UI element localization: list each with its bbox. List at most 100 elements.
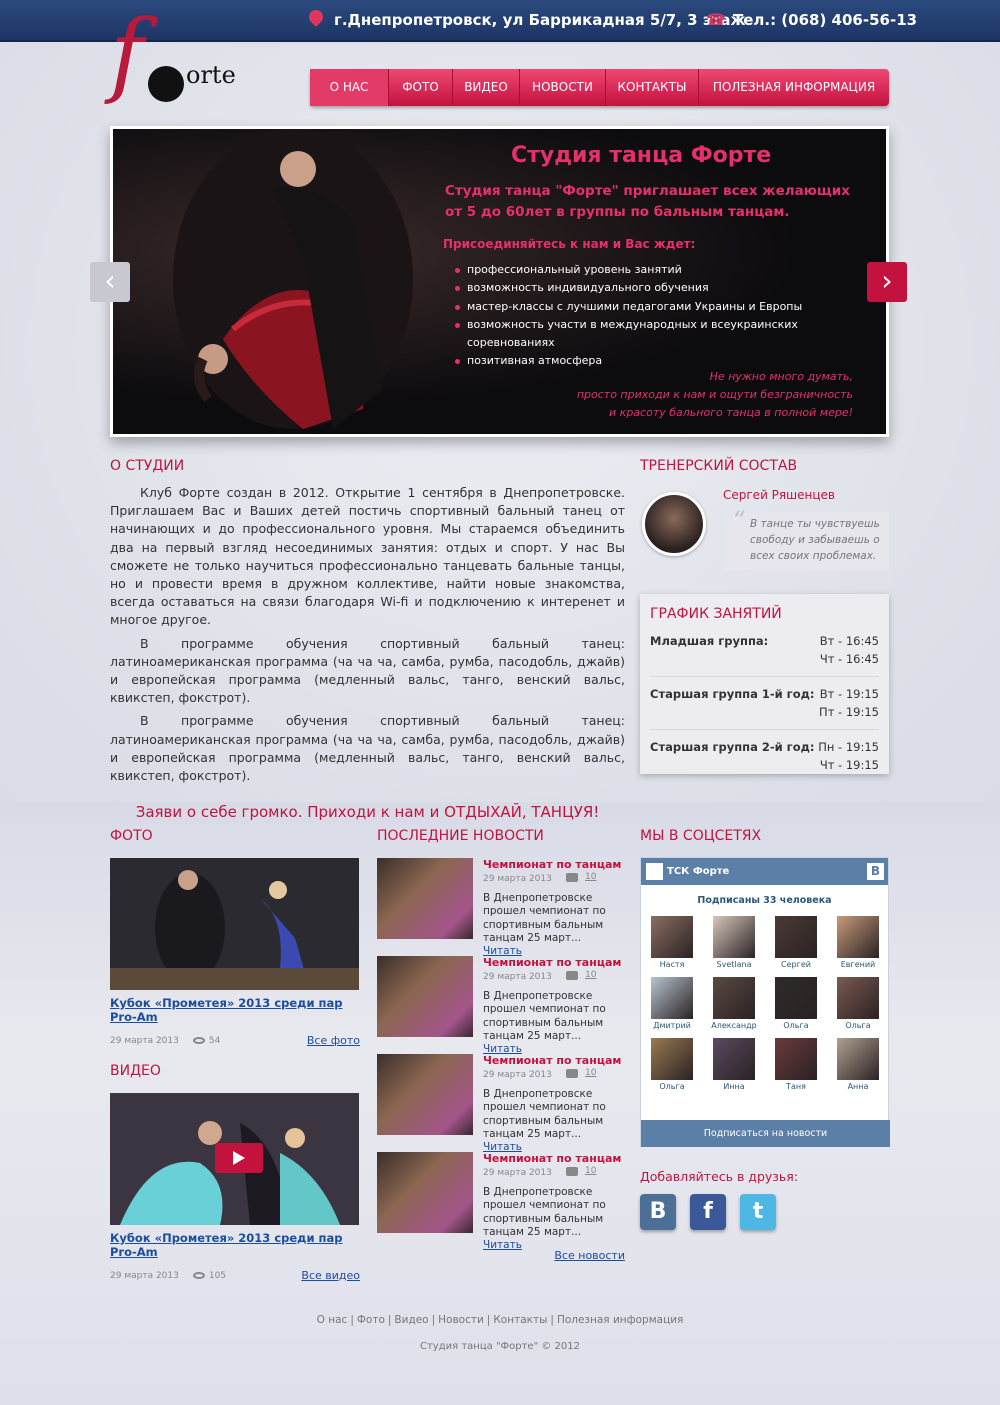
slider-prev-button[interactable]: ‹: [90, 262, 130, 302]
avatar[interactable]: [837, 916, 879, 958]
about-paragraph: Клуб Форте создан в 2012. Открытие 1 сен…: [110, 485, 625, 628]
trainers-heading: ТРЕНЕРСКИЙ СОСТАВ: [640, 458, 798, 474]
photo-caption-link[interactable]: Кубок «Прометея» 2013 среди пар Pro-Am: [110, 996, 360, 1024]
avatar[interactable]: [775, 1038, 817, 1080]
footer-link[interactable]: Полезная информация: [557, 1314, 683, 1326]
vk-person-name[interactable]: Сергей: [781, 960, 811, 969]
vk-person-name[interactable]: Ольга: [783, 1021, 808, 1030]
about-paragraph: В программе обучения спортивный бальный …: [110, 635, 625, 706]
footer-link[interactable]: О нас: [317, 1314, 348, 1326]
benefit-item: мастер-классы с лучшими педагогами Украи…: [455, 298, 886, 316]
news-title[interactable]: Чемпионат по танцам: [483, 858, 621, 871]
news-thumbnail[interactable]: [377, 1054, 473, 1135]
news-title[interactable]: Чемпионат по танцам: [483, 1054, 621, 1067]
video-meta: 29 марта 2013 105 Все видео: [110, 1269, 360, 1282]
vk-person-name[interactable]: Ольга: [659, 1082, 684, 1091]
photo-thumbnail[interactable]: [110, 858, 359, 990]
avatar[interactable]: [837, 1038, 879, 1080]
vk-person[interactable]: Александр: [703, 977, 765, 1030]
vk-person[interactable]: Сергей: [765, 916, 827, 969]
footer-separator: |: [486, 1314, 491, 1326]
vk-person[interactable]: Ольга: [641, 1038, 703, 1091]
comment-icon: [566, 971, 578, 980]
vk-person-name[interactable]: Евгений: [841, 960, 876, 969]
news-title[interactable]: Чемпионат по танцам: [483, 1152, 621, 1165]
vk-person-name[interactable]: Ольга: [845, 1021, 870, 1030]
phone-text: Тел.: (068) 406-56-13: [733, 11, 918, 29]
nav-item-about[interactable]: О НАС: [310, 69, 389, 106]
vk-person[interactable]: Svetlana: [703, 916, 765, 969]
dancers-image: [173, 129, 413, 429]
vk-person[interactable]: Таня: [765, 1038, 827, 1091]
news-thumbnail[interactable]: [377, 858, 473, 939]
schedule-group: Старшая группа 2-й год:: [650, 740, 815, 754]
nav-item-video[interactable]: ВИДЕО: [453, 69, 520, 106]
vk-person-name[interactable]: Анна: [848, 1082, 869, 1091]
nav-item-contacts[interactable]: КОНТАКТЫ: [606, 69, 699, 106]
facebook-icon[interactable]: f: [690, 1194, 726, 1230]
news-date: 29 марта 2013: [483, 972, 552, 982]
slider-next-button[interactable]: ›: [867, 262, 907, 302]
quote-line: просто приходи к нам и ощути безгранично…: [576, 388, 853, 401]
quote-line: и красоту бального танца в полной мере!: [609, 406, 853, 419]
avatar[interactable]: [651, 1038, 693, 1080]
footer-link[interactable]: Контакты: [493, 1314, 547, 1326]
vk-person[interactable]: Инна: [703, 1038, 765, 1091]
footer-link[interactable]: Фото: [357, 1314, 385, 1326]
benefit-item: возможность индивидуального обучения: [455, 279, 886, 297]
add-friends-label: Добавляйтесь в друзья:: [640, 1169, 799, 1184]
vk-person[interactable]: Евгений: [827, 916, 889, 969]
nav-item-news[interactable]: НОВОСТИ: [520, 69, 606, 106]
avatar[interactable]: [775, 916, 817, 958]
trainer-name[interactable]: Сергей Ряшенцев: [723, 488, 835, 502]
twitter-icon[interactable]: t: [740, 1194, 776, 1230]
schedule-group: Младшая группа:: [650, 634, 769, 648]
vk-person[interactable]: Дмитрий: [641, 977, 703, 1030]
news-comments[interactable]: 10: [585, 1166, 596, 1176]
news-thumbnail[interactable]: [377, 1152, 473, 1233]
trainer-avatar[interactable]: [642, 492, 706, 556]
news-title[interactable]: Чемпионат по танцам: [483, 956, 621, 969]
vk-person-name[interactable]: Svetlana: [717, 960, 752, 969]
news-comments[interactable]: 10: [585, 1068, 596, 1078]
news-comments[interactable]: 10: [585, 970, 596, 980]
video-thumbnail[interactable]: [110, 1093, 359, 1225]
vk-icon[interactable]: B: [640, 1194, 676, 1230]
nav-item-photo[interactable]: ФОТО: [389, 69, 453, 106]
news-comments[interactable]: 10: [585, 872, 596, 882]
vk-person[interactable]: Ольга: [827, 977, 889, 1030]
vk-person[interactable]: Настя: [641, 916, 703, 969]
avatar[interactable]: [775, 977, 817, 1019]
photo-views: 54: [208, 1035, 221, 1046]
play-button[interactable]: [215, 1143, 263, 1173]
all-videos-link[interactable]: Все видео: [301, 1269, 360, 1282]
vk-subscribe-button[interactable]: Подписаться на новости: [641, 1120, 890, 1147]
avatar[interactable]: [837, 977, 879, 1019]
vk-person-name[interactable]: Таня: [786, 1082, 806, 1091]
schedule-row: Старшая группа 1-й год: Вт - 19:15 Пт - 1…: [650, 685, 879, 730]
all-photos-link[interactable]: Все фото: [307, 1034, 360, 1047]
video-caption-link[interactable]: Кубок «Прометея» 2013 среди пар Pro-Am: [110, 1231, 360, 1259]
avatar[interactable]: [713, 977, 755, 1019]
avatar[interactable]: [651, 916, 693, 958]
vk-person-name[interactable]: Настя: [660, 960, 685, 969]
news-thumbnail[interactable]: [377, 956, 473, 1037]
footer-link[interactable]: Видео: [394, 1314, 428, 1326]
chevron-left-icon: ‹: [104, 264, 116, 297]
vk-person-name[interactable]: Дмитрий: [653, 1021, 691, 1030]
read-more-link[interactable]: Читать: [483, 1239, 522, 1251]
vk-widget-header[interactable]: ТСК Форте B: [641, 858, 888, 885]
avatar[interactable]: [713, 1038, 755, 1080]
vk-people-grid: Настя Svetlana Сергей Евгений Дмитрий Алексан…: [641, 916, 888, 1091]
avatar[interactable]: [713, 916, 755, 958]
logo[interactable]: f orte: [110, 8, 240, 118]
vk-person[interactable]: Ольга: [765, 977, 827, 1030]
vk-person-name[interactable]: Инна: [723, 1082, 744, 1091]
vk-person-name[interactable]: Александр: [711, 1021, 756, 1030]
avatar[interactable]: [651, 977, 693, 1019]
footer-link[interactable]: Новости: [438, 1314, 484, 1326]
nav-item-useful-info[interactable]: ПОЛЕЗНАЯ ИНФОРМАЦИЯ: [699, 69, 889, 106]
vk-person[interactable]: Анна: [827, 1038, 889, 1091]
slide-benefits: профессиональный уровень занятий возможн…: [455, 261, 886, 371]
address-text: г.Днепропетровск, ул Баррикадная 5/7, 3 …: [334, 11, 746, 29]
